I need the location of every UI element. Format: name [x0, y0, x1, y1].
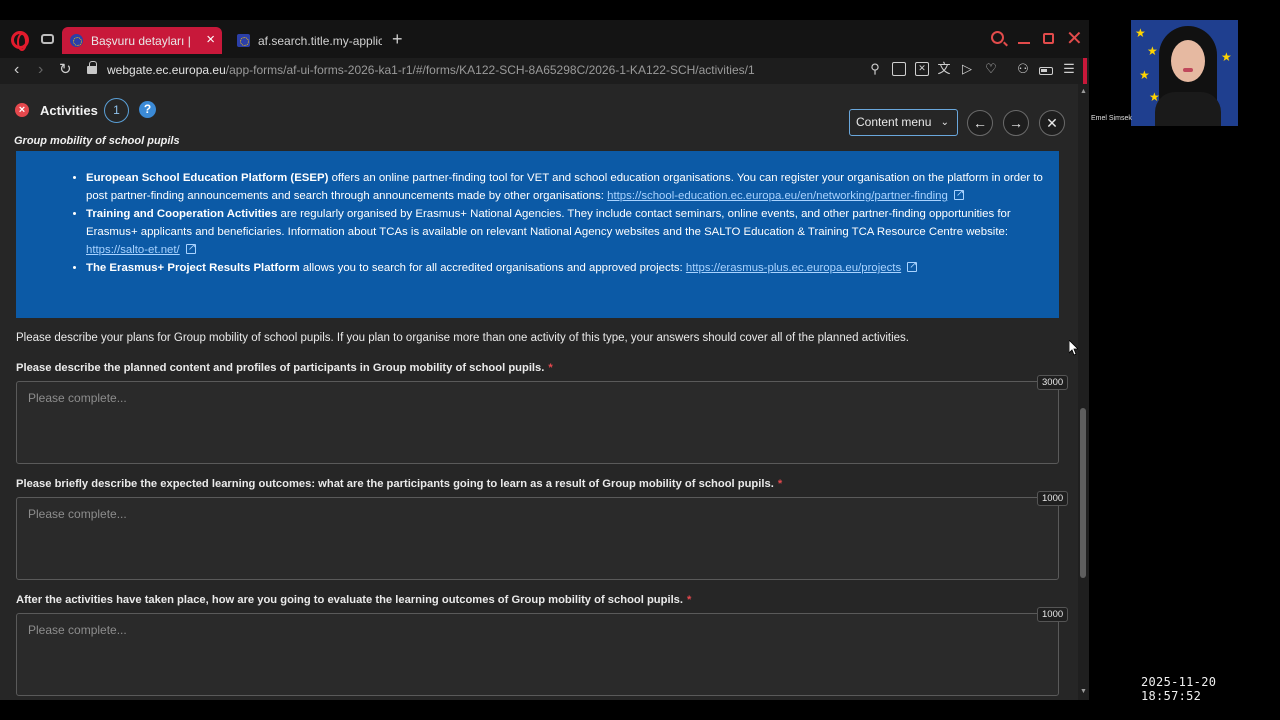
back-icon[interactable]: ‹: [14, 60, 19, 80]
info-item: Training and Cooperation Activities are …: [86, 205, 1046, 259]
answer-textarea[interactable]: Please complete...: [16, 613, 1059, 696]
previous-section-button[interactable]: ←: [967, 110, 993, 136]
character-limit-badge: 1000: [1037, 491, 1069, 506]
play-icon[interactable]: ▷: [960, 62, 974, 76]
menu-icon[interactable]: ☰: [1062, 62, 1076, 76]
tab-title: Başvuru detayları | Er: [91, 33, 193, 48]
page-scrollbar[interactable]: ▲ ▼: [1078, 84, 1089, 700]
close-window-icon[interactable]: ✕: [1066, 29, 1083, 49]
url-domain: webgate.ec.europa.eu: [107, 63, 226, 77]
scroll-up-icon[interactable]: ▲: [1080, 88, 1087, 95]
lock-icon: [87, 61, 97, 74]
page-subtitle: Group mobility of school pupils: [14, 135, 180, 147]
participant-name: Emel Simsek: [1091, 115, 1132, 122]
textarea-placeholder: Please complete...: [28, 623, 127, 637]
address-bar: ‹ › ↻ webgate.ec.europa.eu/app-forms/af-…: [0, 58, 1089, 84]
page-content: × Activities 1 ? Group mobility of schoo…: [0, 84, 1078, 700]
info-item-title: Training and Cooperation Activities: [86, 208, 278, 220]
arrow-left-icon: ←: [973, 115, 987, 131]
tab-title: af.search.title.my-applicat: [258, 33, 382, 48]
tabs-icon[interactable]: [41, 34, 54, 44]
scroll-down-icon[interactable]: ▼: [1080, 688, 1087, 695]
question-label: Please briefly describe the expected lea…: [16, 478, 782, 490]
info-item-title: European School Education Platform (ESEP…: [86, 172, 329, 184]
info-box: European School Education Platform (ESEP…: [16, 151, 1059, 318]
character-limit-badge: 1000: [1037, 607, 1069, 622]
plus-icon[interactable]: +: [392, 29, 403, 49]
participant-lips: [1183, 68, 1193, 72]
answer-textarea[interactable]: Please complete...: [16, 381, 1059, 464]
info-list: European School Education Platform (ESEP…: [86, 169, 1046, 277]
arrow-right-icon: →: [1009, 115, 1023, 131]
url-field[interactable]: webgate.ec.europa.eu/app-forms/af-ui-for…: [107, 63, 755, 77]
next-section-button[interactable]: →: [1003, 110, 1029, 136]
translate-icon[interactable]: 文: [937, 62, 951, 76]
shield-icon[interactable]: ✕: [915, 62, 929, 76]
account-icon[interactable]: ⚇: [1016, 62, 1030, 76]
content-menu-label: Content menu: [856, 115, 932, 129]
opera-logo-icon[interactable]: [11, 31, 29, 51]
star-icon: ★: [1147, 44, 1158, 58]
cursor-arrow-icon: [1068, 339, 1078, 356]
battery-icon[interactable]: [1039, 67, 1053, 75]
textarea-placeholder: Please complete...: [28, 391, 127, 405]
info-item-text: allows you to search for all accredited …: [299, 262, 686, 274]
eu-flag-icon: [70, 34, 83, 47]
page-title: Activities: [40, 103, 98, 118]
info-item: European School Education Platform (ESEP…: [86, 169, 1046, 205]
question-label: Please describe the planned content and …: [16, 362, 553, 374]
external-link-icon[interactable]: [907, 257, 918, 275]
required-mark: *: [687, 594, 692, 606]
tab-my-applications[interactable]: af.search.title.my-applicat: [229, 27, 385, 54]
answer-textarea[interactable]: Please complete...: [16, 497, 1059, 580]
character-limit-badge: 3000: [1037, 375, 1069, 390]
info-item-title: The Erasmus+ Project Results Platform: [86, 262, 300, 274]
participant-body: [1155, 92, 1221, 126]
chevron-down-icon: ⌄: [940, 117, 949, 128]
close-icon[interactable]: ×: [206, 32, 215, 48]
reload-icon[interactable]: ↻: [59, 60, 72, 80]
question-text: After the activities have taken place, h…: [16, 594, 684, 606]
required-mark: *: [777, 478, 783, 490]
help-icon[interactable]: ?: [139, 101, 156, 118]
close-form-button[interactable]: ✕: [1039, 110, 1065, 136]
question-text: Please describe the planned content and …: [16, 362, 545, 374]
external-link-icon[interactable]: [953, 185, 964, 203]
error-icon: ×: [15, 103, 29, 117]
eu-flag-icon: [237, 34, 250, 47]
url-path: /app-forms/af-ui-forms-2026-ka1-r1/#/for…: [225, 63, 755, 77]
info-link[interactable]: https://school-education.ec.europa.eu/en…: [607, 190, 948, 202]
tab-application-details[interactable]: Başvuru detayları | Er ×: [62, 27, 222, 54]
participant-face: [1171, 40, 1205, 82]
star-icon: ★: [1221, 50, 1232, 64]
scrollbar-thumb[interactable]: [1080, 408, 1086, 578]
video-call-thumbnail: ★ ★ ★ ★ ★: [1131, 20, 1238, 126]
info-link[interactable]: https://erasmus-plus.ec.europa.eu/projec…: [686, 262, 901, 274]
star-icon: ★: [1135, 26, 1146, 40]
textarea-placeholder: Please complete...: [28, 507, 127, 521]
external-link-icon[interactable]: [185, 239, 196, 257]
browser-window: Başvuru detayları | Er × af.search.title…: [0, 20, 1089, 700]
pin-icon[interactable]: ⚲: [868, 62, 882, 76]
activity-count-badge: 1: [104, 98, 129, 123]
sidebar-edge: [1083, 58, 1087, 84]
form-header: × Activities 1 ? Group mobility of schoo…: [0, 84, 1078, 157]
info-item: The Erasmus+ Project Results Platform al…: [86, 257, 1046, 277]
star-icon: ★: [1139, 68, 1150, 82]
form-intro: Please describe your plans for Group mob…: [16, 332, 910, 344]
forward-icon[interactable]: ›: [38, 60, 43, 80]
required-mark: *: [548, 362, 553, 374]
tab-strip: Başvuru detayları | Er × af.search.title…: [0, 20, 1089, 58]
info-link[interactable]: https://salto-et.net/: [86, 244, 180, 256]
search-icon[interactable]: [991, 31, 1004, 44]
snapshot-icon[interactable]: [892, 62, 906, 76]
question-text: Please briefly describe the expected lea…: [16, 478, 774, 490]
question-label: After the activities have taken place, h…: [16, 594, 691, 606]
heart-icon[interactable]: ♡: [984, 62, 998, 76]
recording-timestamp: 2025-11-20 18:57:52: [1141, 675, 1217, 703]
content-menu-dropdown[interactable]: Content menu ⌄: [849, 109, 958, 136]
close-icon: ✕: [1046, 115, 1058, 131]
minimize-icon[interactable]: [1018, 42, 1030, 44]
maximize-icon[interactable]: [1043, 33, 1054, 44]
